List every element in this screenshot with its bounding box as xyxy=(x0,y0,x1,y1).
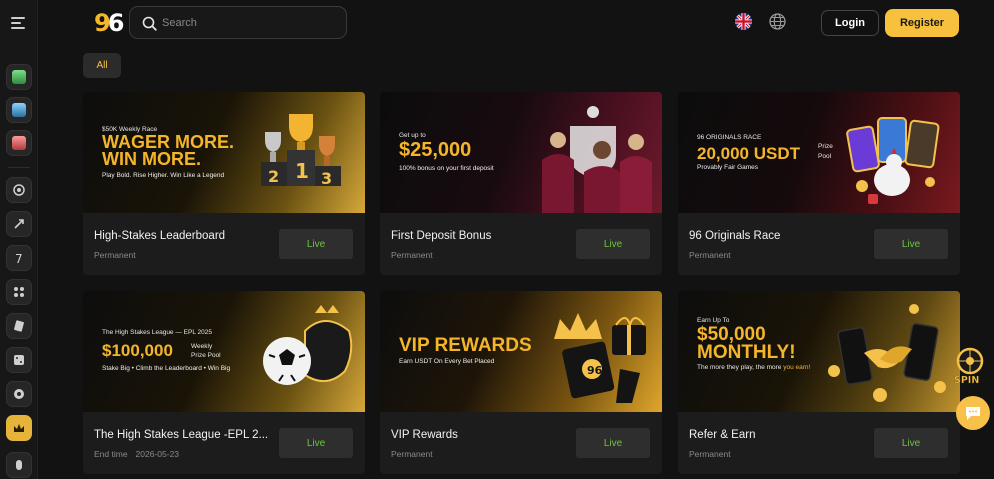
sidebar-item-live-icon[interactable] xyxy=(6,130,32,156)
chat-support-button[interactable] xyxy=(956,396,990,430)
site-logo[interactable]: 96 xyxy=(94,9,124,37)
svg-text:2: 2 xyxy=(268,167,279,186)
banner-headline: WIN MORE. xyxy=(102,149,201,169)
banner-text: Play Bold. Rise Higher. Win Like a Legen… xyxy=(102,172,225,179)
promo-banner-refer-earn[interactable]: Earn Up To $50,000 MONTHLY! The more the… xyxy=(678,291,960,412)
banner-headline: $50,000 xyxy=(697,324,766,345)
search-box[interactable] xyxy=(129,6,347,39)
promo-banner-first-deposit[interactable]: Get up to $25,000 100% bonus on your fir… xyxy=(380,92,662,213)
vip-crown-gift-icon: 96 xyxy=(554,313,646,403)
lion-football-icon xyxy=(263,305,353,385)
banner-text: 96 ORIGINALS RACE xyxy=(697,134,762,141)
banner-headline: 20,000 USDT xyxy=(697,144,800,163)
banner-text: The more they play, the more xyxy=(697,364,784,371)
sidebar-item-games-icon[interactable] xyxy=(6,279,32,305)
promo-card[interactable]: The High Stakes League — EPL 2025 $100,0… xyxy=(83,291,365,474)
banner-text: Prize xyxy=(818,143,833,150)
login-button[interactable]: Login xyxy=(821,10,879,36)
banner-headline: VIP REWARDS xyxy=(399,335,532,356)
sidebar-item-table-icon[interactable] xyxy=(6,381,32,407)
football-players-icon xyxy=(542,106,652,213)
promo-duration: Permanent xyxy=(391,449,433,459)
spin-label: SPIN xyxy=(954,375,979,386)
promo-title: VIP Rewards xyxy=(391,429,458,441)
banner-headline: $25,000 xyxy=(399,139,472,161)
promo-banner-vip-rewards[interactable]: VIP REWARDS Earn USDT On Every Bet Place… xyxy=(380,291,662,412)
live-button[interactable]: Live xyxy=(576,428,650,458)
handshake-phones-icon xyxy=(828,304,946,402)
sidebar: 7 xyxy=(0,0,38,479)
promo-title: 96 Originals Race xyxy=(689,230,781,242)
live-button[interactable]: Live xyxy=(279,229,353,259)
svg-text:7: 7 xyxy=(15,252,23,265)
banner-text: Weekly xyxy=(191,343,213,350)
live-button[interactable]: Live xyxy=(874,428,948,458)
promo-card[interactable]: 96 ORIGINALS RACE 20,000 USDT Prize Pool… xyxy=(678,92,960,275)
sidebar-item-crash-icon[interactable] xyxy=(6,211,32,237)
promo-card[interactable]: Earn Up To $50,000 MONTHLY! The more the… xyxy=(678,291,960,474)
end-time-value: 2026-05-23 xyxy=(135,449,180,459)
game-cards-chicken-icon xyxy=(846,117,940,204)
banner-text: Earn Up To xyxy=(697,317,730,324)
banner-text: Earn USDT On Every Bet Placed xyxy=(399,358,495,365)
register-button[interactable]: Register xyxy=(886,10,958,36)
promo-title: Refer & Earn xyxy=(689,429,756,441)
sidebar-item-cards-icon[interactable] xyxy=(6,313,32,339)
svg-text:96: 96 xyxy=(587,364,603,377)
banner-text: The High Stakes League — EPL 2025 xyxy=(102,329,212,336)
spin-wheel-widget[interactable]: SPIN xyxy=(952,346,988,386)
sidebar-item-more-icon[interactable] xyxy=(6,452,32,478)
banner-headline: MONTHLY! xyxy=(697,342,796,363)
menu-icon[interactable] xyxy=(11,17,25,29)
promo-card[interactable]: Get up to $25,000 100% bonus on your fir… xyxy=(380,92,662,275)
trophy-podium-icon: 2 1 3 xyxy=(261,114,341,188)
banner-headline: $100,000 xyxy=(102,341,173,360)
sidebar-item-casino-icon[interactable] xyxy=(6,64,32,90)
sidebar-item-slots-icon[interactable]: 7 xyxy=(6,245,32,271)
banner-text-highlight: you earn! xyxy=(783,364,811,371)
chat-bubble-icon xyxy=(966,407,980,420)
sidebar-item-vip-crown-icon[interactable] xyxy=(6,415,32,441)
sidebar-item-sports-icon[interactable] xyxy=(6,97,32,123)
globe-icon[interactable] xyxy=(769,13,786,30)
search-input[interactable] xyxy=(162,14,332,32)
banner-text: Stake Big • Climb the Leaderboard • Win … xyxy=(102,365,231,372)
promo-title: High-Stakes Leaderboard xyxy=(94,230,226,242)
svg-text:3: 3 xyxy=(321,169,332,188)
banner-text: Prize Pool xyxy=(191,352,221,359)
live-button[interactable]: Live xyxy=(279,428,353,458)
promo-duration: Permanent xyxy=(689,449,731,459)
live-button[interactable]: Live xyxy=(576,229,650,259)
banner-text: Pool xyxy=(818,153,832,160)
banner-text: Get up to xyxy=(399,132,426,139)
promo-banner-high-stakes-league[interactable]: The High Stakes League — EPL 2025 $100,0… xyxy=(83,291,365,412)
search-icon xyxy=(142,16,157,31)
end-time-label: End time xyxy=(94,449,128,459)
filter-tab-all[interactable]: All xyxy=(83,53,121,78)
spin-wheel-icon: SPIN xyxy=(954,347,984,386)
banner-text: 100% bonus on your first deposit xyxy=(399,165,494,172)
banner-text: Provably Fair Games xyxy=(697,164,759,171)
promo-end-time: End time 2026-05-23 xyxy=(94,449,179,459)
promo-card[interactable]: $50K Weekly Race WAGER MORE. WIN MORE. P… xyxy=(83,92,365,275)
promo-duration: Permanent xyxy=(391,250,433,260)
sidebar-item-originals-icon[interactable] xyxy=(6,177,32,203)
promo-banner-originals-race[interactable]: 96 ORIGINALS RACE 20,000 USDT Prize Pool… xyxy=(678,92,960,213)
sidebar-item-dice-icon[interactable] xyxy=(6,347,32,373)
promo-duration: Permanent xyxy=(689,250,731,260)
promo-title: The High Stakes League -EPL 2... xyxy=(94,429,269,441)
promo-duration: Permanent xyxy=(94,250,136,260)
promo-banner-leaderboard[interactable]: $50K Weekly Race WAGER MORE. WIN MORE. P… xyxy=(83,92,365,213)
promo-title: First Deposit Bonus xyxy=(391,230,492,242)
sidebar-divider xyxy=(8,167,30,168)
uk-flag-icon[interactable] xyxy=(735,13,752,30)
svg-text:1: 1 xyxy=(295,159,309,183)
live-button[interactable]: Live xyxy=(874,229,948,259)
promo-card[interactable]: VIP REWARDS Earn USDT On Every Bet Place… xyxy=(380,291,662,474)
